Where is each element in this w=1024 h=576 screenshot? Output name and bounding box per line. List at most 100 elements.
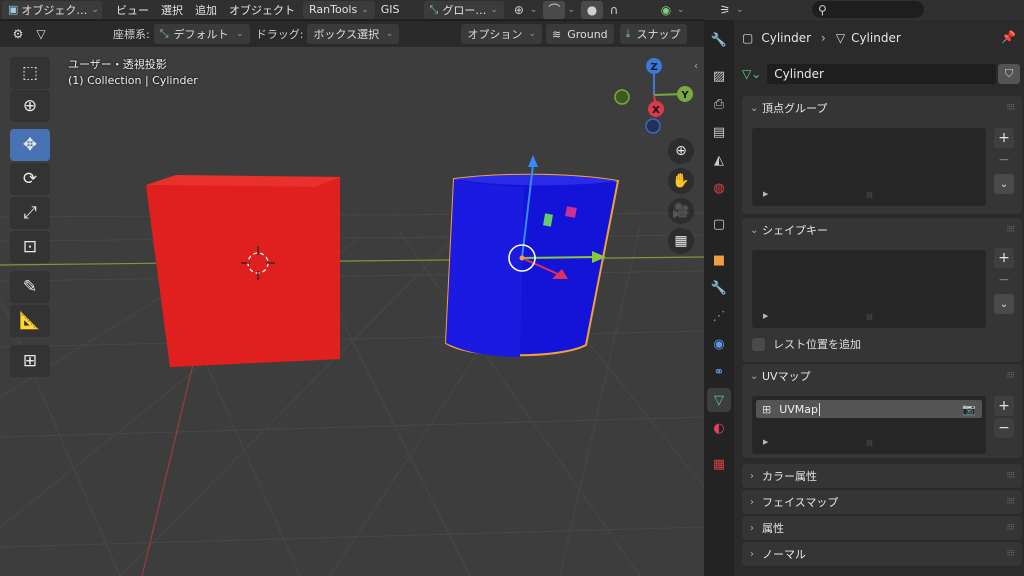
- camera-view-icon[interactable]: 🎥: [668, 198, 694, 224]
- snap-toggle-icon[interactable]: ⌒: [543, 0, 566, 19]
- orientation-dropdown[interactable]: ⤡ デフォルト ⌄: [153, 24, 250, 44]
- gear-icon[interactable]: ⚙: [8, 24, 28, 44]
- remove-shape-key-button[interactable]: −: [994, 270, 1014, 290]
- remove-vertex-group-button[interactable]: −: [994, 150, 1014, 170]
- scene-canvas[interactable]: Z Y X: [0, 47, 704, 576]
- cursor-tool-icon[interactable]: ⊕: [10, 90, 50, 122]
- select-box-tool-icon[interactable]: ⬚: [10, 57, 50, 89]
- move-tool-icon[interactable]: ✥: [10, 129, 50, 161]
- attributes-panel[interactable]: › 属性 ⁝⁝⁝⁝: [742, 516, 1022, 540]
- resize-grip-icon[interactable]: ⁝⁝⁝⁝: [866, 439, 873, 448]
- collection-tab-icon[interactable]: ▢: [707, 212, 731, 236]
- ground-button[interactable]: ≋ Ground: [545, 24, 614, 44]
- face-maps-panel[interactable]: › フェイスマップ ⁝⁝⁝⁝: [742, 490, 1022, 514]
- rantools-menu[interactable]: RanTools ⌄: [303, 0, 375, 19]
- options-dropdown[interactable]: オプション ⌄: [461, 24, 542, 44]
- perspective-grid-icon[interactable]: ▦: [668, 228, 694, 254]
- shape-key-menu-button[interactable]: ⌄: [994, 294, 1014, 314]
- pan-hand-icon[interactable]: ✋: [668, 168, 694, 194]
- uv-maps-header[interactable]: ⌄ UVマップ ⁝⁝⁝⁝: [742, 364, 1022, 388]
- add-uv-map-button[interactable]: +: [994, 396, 1014, 416]
- vertex-groups-list[interactable]: ▶ ⁝⁝⁝⁝: [752, 128, 986, 206]
- transform-orientation-dropdown[interactable]: ⤡ グロー… ⌄: [423, 0, 504, 19]
- expand-arrow-icon[interactable]: ▶: [763, 312, 768, 320]
- object-tab-icon[interactable]: ■: [707, 248, 731, 272]
- properties-search-field[interactable]: ⚲: [812, 1, 924, 18]
- render-tab-icon[interactable]: ▨: [707, 64, 731, 88]
- vertex-group-menu-button[interactable]: ⌄: [994, 174, 1014, 194]
- uv-map-item[interactable]: ⊞ UVMap 📷: [756, 400, 982, 418]
- add-rest-position-option[interactable]: レスト位置を追加: [752, 336, 861, 352]
- shield-icon[interactable]: ⛉: [998, 64, 1020, 84]
- tool-tab-icon[interactable]: 🔧: [707, 28, 731, 52]
- zoom-icon[interactable]: ⊕: [668, 138, 694, 164]
- physics-tab-icon[interactable]: ◉: [707, 332, 731, 356]
- constraints-tab-icon[interactable]: ⚭: [707, 360, 731, 384]
- modifier-tab-icon[interactable]: 🔧: [707, 276, 731, 300]
- view-layer-tab-icon[interactable]: ▤: [707, 120, 731, 144]
- add-cube-tool-icon[interactable]: ⊞: [10, 345, 50, 377]
- mesh-name-field[interactable]: Cylinder: [767, 64, 996, 84]
- visibility-eye-icon[interactable]: ◉: [655, 1, 677, 19]
- resize-grip-icon[interactable]: ⁝⁝⁝⁝: [866, 191, 873, 200]
- add-vertex-group-button[interactable]: +: [994, 128, 1014, 148]
- texture-tab-icon[interactable]: ▦: [707, 452, 731, 476]
- filter-icon[interactable]: ▽: [31, 24, 51, 44]
- proportional-edit-icon[interactable]: ●: [580, 0, 603, 19]
- 3d-viewport[interactable]: Z Y X ユーザー・透視投影 (1) Collection | Cylinde…: [0, 47, 704, 576]
- sidebar-toggle-icon[interactable]: ‹: [694, 61, 698, 72]
- vertex-groups-header[interactable]: ⌄ 頂点グループ ⁝⁝⁝⁝: [742, 96, 1022, 120]
- drag-grip-icon[interactable]: ⁝⁝⁝⁝: [1007, 471, 1016, 481]
- menu-select[interactable]: 選択: [155, 2, 189, 18]
- snap-button[interactable]: ⤓ スナップ: [619, 24, 687, 44]
- menu-object[interactable]: オブジェクト: [223, 2, 301, 18]
- material-tab-icon[interactable]: ◐: [707, 416, 731, 440]
- drag-grip-icon[interactable]: ⁝⁝⁝⁝: [1007, 549, 1016, 559]
- chevron-down-icon[interactable]: ⌄: [530, 5, 538, 15]
- breadcrumb-object: Cylinder: [761, 31, 812, 45]
- color-attributes-panel[interactable]: › カラー属性 ⁝⁝⁝⁝: [742, 464, 1022, 488]
- mode-dropdown[interactable]: ▣ オブジェク… ⌄: [2, 0, 102, 19]
- scale-tool-icon[interactable]: ⤢: [10, 197, 50, 229]
- drag-grip-icon[interactable]: ⁝⁝⁝⁝: [1007, 497, 1016, 507]
- remove-uv-map-button[interactable]: −: [994, 418, 1014, 438]
- uv-maps-list[interactable]: ⊞ UVMap 📷 ▶ ⁝⁝⁝⁝: [752, 396, 986, 454]
- normals-panel[interactable]: › ノーマル ⁝⁝⁝⁝: [742, 542, 1022, 566]
- menu-view[interactable]: ビュー: [110, 2, 155, 18]
- add-rest-position-checkbox[interactable]: [752, 337, 765, 351]
- rotate-tool-icon[interactable]: ⟳: [10, 163, 50, 195]
- shape-keys-header[interactable]: ⌄ シェイプキー ⁝⁝⁝⁝: [742, 218, 1022, 242]
- transform-tool-icon[interactable]: ⊡: [10, 231, 50, 263]
- pin-icon[interactable]: 📌: [1001, 30, 1016, 44]
- chevron-down-icon[interactable]: ⌄: [677, 5, 685, 15]
- add-shape-key-button[interactable]: +: [994, 248, 1014, 268]
- measure-tool-icon[interactable]: 📐: [10, 305, 50, 337]
- drag-grip-icon[interactable]: ⁝⁝⁝⁝: [1007, 103, 1016, 113]
- output-tab-icon[interactable]: ⎙: [707, 92, 731, 116]
- drag-grip-icon[interactable]: ⁝⁝⁝⁝: [1007, 523, 1016, 533]
- scene-tab-icon[interactable]: ◭: [707, 148, 731, 172]
- menu-gis[interactable]: GIS: [375, 3, 406, 16]
- camera-render-icon[interactable]: 📷: [962, 403, 976, 416]
- world-tab-icon[interactable]: ◍: [707, 176, 731, 200]
- particles-tab-icon[interactable]: ⋰: [707, 304, 731, 328]
- navigation-gizmo[interactable]: Z Y X: [614, 58, 693, 134]
- editor-type-icon[interactable]: ⚞: [714, 1, 736, 19]
- expand-arrow-icon[interactable]: ▶: [763, 438, 768, 446]
- drag-dropdown[interactable]: ボックス選択 ⌄: [307, 24, 400, 44]
- mesh-data-tab-icon[interactable]: ▽: [707, 388, 731, 412]
- drag-grip-icon[interactable]: ⁝⁝⁝⁝: [1007, 225, 1016, 235]
- falloff-icon[interactable]: ∩: [603, 1, 625, 19]
- resize-grip-icon[interactable]: ⁝⁝⁝⁝: [866, 313, 873, 322]
- expand-arrow-icon[interactable]: ▶: [763, 190, 768, 198]
- pivot-point-icon[interactable]: ⊕: [508, 1, 530, 19]
- uv-map-name[interactable]: UVMap: [779, 403, 818, 416]
- drag-grip-icon[interactable]: ⁝⁝⁝⁝: [1007, 371, 1016, 381]
- mesh-data-browse-icon[interactable]: ▽⌄: [742, 67, 761, 81]
- chevron-down-icon[interactable]: ⌄: [736, 5, 744, 15]
- shape-keys-list[interactable]: ▶ ⁝⁝⁝⁝: [752, 250, 986, 328]
- annotate-tool-icon[interactable]: ✎: [10, 271, 50, 303]
- chevron-down-icon[interactable]: ⌄: [567, 5, 575, 15]
- menu-add[interactable]: 追加: [189, 2, 223, 18]
- cube-object[interactable]: [146, 175, 340, 367]
